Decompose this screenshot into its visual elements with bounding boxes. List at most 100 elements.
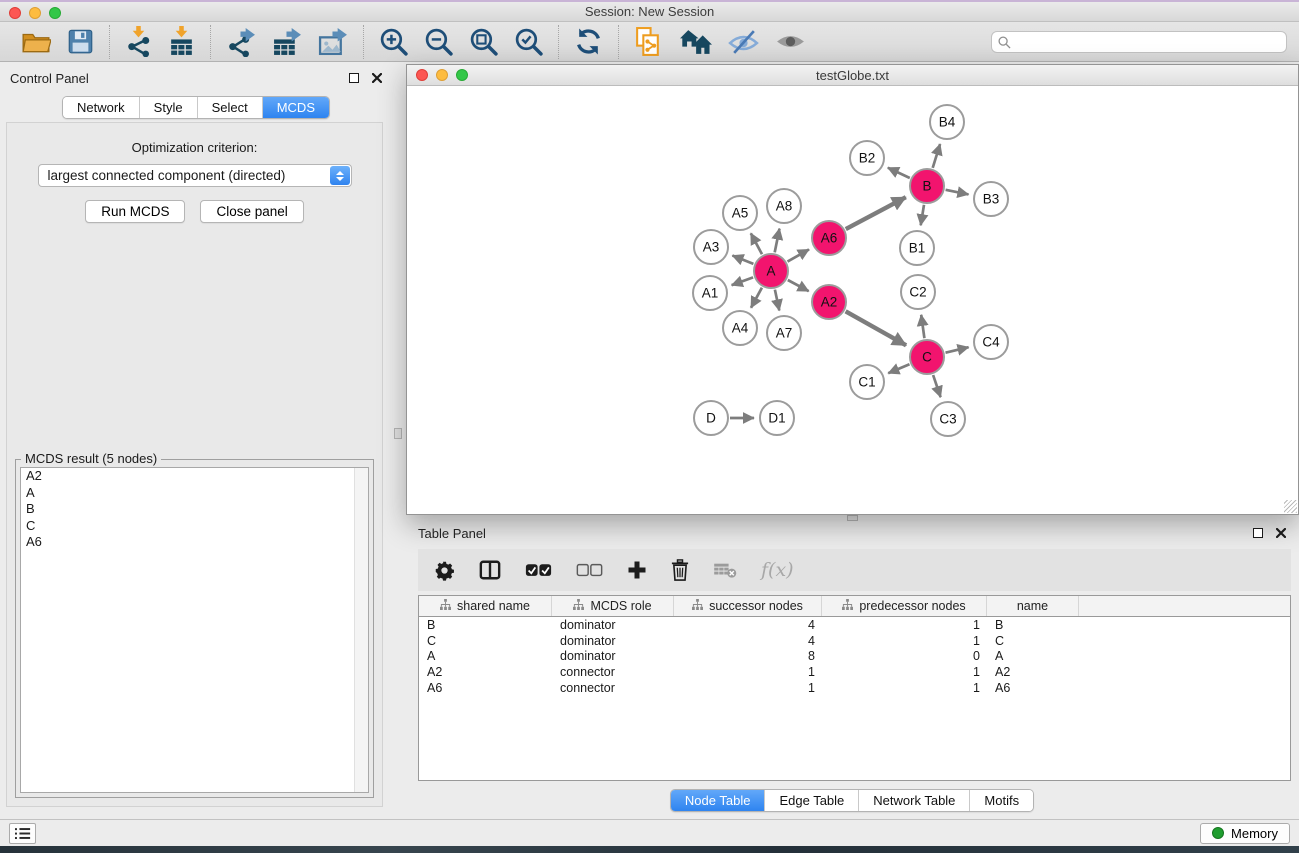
cell[interactable]: A	[419, 649, 552, 663]
graph-node-A2[interactable]: A2	[812, 285, 846, 319]
cell[interactable]: 1	[822, 618, 987, 632]
hide-panel-icon[interactable]	[728, 28, 759, 56]
minimize-network-icon[interactable]	[436, 69, 448, 81]
cell[interactable]: A6	[419, 681, 552, 695]
close-panel-button[interactable]: Close panel	[200, 200, 303, 223]
graph-edge-C-C3[interactable]	[933, 375, 941, 397]
refresh-icon[interactable]	[574, 27, 603, 56]
search-input[interactable]	[991, 31, 1287, 53]
column-header-predecessor-nodes[interactable]: predecessor nodes	[822, 596, 987, 616]
tab-edge-table[interactable]: Edge Table	[765, 790, 859, 811]
graph-node-A4[interactable]: A4	[723, 311, 757, 345]
graph-edge-C-C4[interactable]	[946, 347, 969, 353]
cell[interactable]: C	[987, 634, 1079, 648]
cell[interactable]: connector	[552, 665, 674, 679]
deselect-all-icon[interactable]	[576, 563, 603, 578]
cell[interactable]: A2	[987, 665, 1079, 679]
column-header-mcds-role[interactable]: MCDS role	[552, 596, 674, 616]
tab-network[interactable]: Network	[63, 97, 140, 118]
float-panel-icon[interactable]	[349, 73, 359, 83]
zoom-window-icon[interactable]	[49, 7, 61, 19]
graph-node-C4[interactable]: C4	[974, 325, 1008, 359]
export-table-icon[interactable]	[272, 27, 302, 57]
graph-edge-B-B2[interactable]	[888, 168, 910, 178]
export-image-icon[interactable]	[318, 27, 348, 57]
mcds-result-item[interactable]: B	[21, 501, 368, 518]
cell[interactable]: 8	[674, 649, 822, 663]
graph-edge-B-B3[interactable]	[946, 190, 969, 195]
graph-edge-A-A8[interactable]	[775, 229, 780, 253]
graph-edge-C-C1[interactable]	[888, 364, 909, 373]
cell[interactable]: 4	[674, 634, 822, 648]
zoom-in-icon[interactable]	[379, 27, 408, 56]
table-row[interactable]: Adominator80A	[419, 649, 1290, 665]
cell[interactable]: dominator	[552, 618, 674, 632]
close-panel-icon[interactable]	[372, 73, 382, 83]
graph-node-A8[interactable]: A8	[767, 189, 801, 223]
tab-mcds[interactable]: MCDS	[263, 97, 329, 118]
task-history-button[interactable]	[9, 823, 36, 844]
mcds-result-item[interactable]: A	[21, 485, 368, 502]
table-row[interactable]: A6connector11A6	[419, 680, 1290, 696]
graph-node-D1[interactable]: D1	[760, 401, 794, 435]
graph-node-A5[interactable]: A5	[723, 196, 757, 230]
cell[interactable]: 0	[822, 649, 987, 663]
tab-node-table[interactable]: Node Table	[671, 790, 766, 811]
graph-node-A1[interactable]: A1	[693, 276, 727, 310]
graph-node-C2[interactable]: C2	[901, 275, 935, 309]
mcds-result-item[interactable]: C	[21, 518, 368, 535]
zoom-out-icon[interactable]	[424, 27, 453, 56]
cell[interactable]: A2	[419, 665, 552, 679]
graph-node-A7[interactable]: A7	[767, 316, 801, 350]
tab-select[interactable]: Select	[198, 97, 263, 118]
cell[interactable]: 4	[674, 618, 822, 632]
cell[interactable]: connector	[552, 681, 674, 695]
cell[interactable]: dominator	[552, 649, 674, 663]
table-row[interactable]: Cdominator41C	[419, 633, 1290, 649]
zoom-network-icon[interactable]	[456, 69, 468, 81]
graph-edge-A-A7[interactable]	[775, 290, 779, 311]
graph-node-B4[interactable]: B4	[930, 105, 964, 139]
import-network-icon[interactable]	[125, 26, 152, 57]
graph-node-C[interactable]: C	[910, 340, 944, 374]
graph-edge-A6-B[interactable]	[846, 197, 906, 229]
cell[interactable]: C	[419, 634, 552, 648]
graph-edge-A-A2[interactable]	[788, 280, 809, 291]
export-network-icon[interactable]	[226, 27, 256, 57]
zoom-selected-icon[interactable]	[514, 27, 543, 56]
cell[interactable]: 1	[674, 681, 822, 695]
graph-node-D[interactable]: D	[694, 401, 728, 435]
graph-edge-B-B1[interactable]	[921, 205, 924, 226]
graph-node-A6[interactable]: A6	[812, 221, 846, 255]
mcds-result-list[interactable]: A2ABCA6	[20, 467, 369, 793]
graph-node-B3[interactable]: B3	[974, 182, 1008, 216]
splitter-grip-vertical[interactable]	[394, 428, 402, 439]
run-mcds-button[interactable]: Run MCDS	[85, 200, 185, 223]
import-table-icon[interactable]	[168, 26, 195, 57]
graph-edge-A-A5[interactable]	[751, 233, 762, 254]
new-network-file-icon[interactable]	[634, 26, 663, 57]
graph-edge-A-A3[interactable]	[732, 256, 753, 264]
network-canvas[interactable]: B4B2BB3A8A5A6A3B1AC2A1A2A4A7C4CC1DD1C3	[407, 87, 1298, 514]
cell[interactable]: 1	[822, 681, 987, 695]
mcds-result-item[interactable]: A2	[21, 468, 368, 485]
select-all-icon[interactable]	[525, 563, 552, 578]
cell[interactable]: A6	[987, 681, 1079, 695]
float-table-panel-icon[interactable]	[1253, 528, 1263, 538]
add-icon[interactable]	[627, 560, 647, 580]
resize-grip-icon[interactable]	[1284, 500, 1297, 513]
close-network-icon[interactable]	[416, 69, 428, 81]
graph-node-B[interactable]: B	[910, 169, 944, 203]
graph-edge-A-A6[interactable]	[788, 249, 810, 261]
tab-motifs[interactable]: Motifs	[970, 790, 1033, 811]
graph-edge-A-A4[interactable]	[751, 288, 762, 308]
graph-node-B2[interactable]: B2	[850, 141, 884, 175]
open-session-icon[interactable]	[21, 29, 51, 55]
tab-style[interactable]: Style	[140, 97, 198, 118]
graph-node-B1[interactable]: B1	[900, 231, 934, 265]
close-table-panel-icon[interactable]	[1276, 528, 1286, 538]
column-header-successor-nodes[interactable]: successor nodes	[674, 596, 822, 616]
cell[interactable]: 1	[674, 665, 822, 679]
memory-button[interactable]: Memory	[1200, 823, 1290, 844]
criterion-dropdown[interactable]: largest connected component (directed)	[38, 164, 352, 187]
